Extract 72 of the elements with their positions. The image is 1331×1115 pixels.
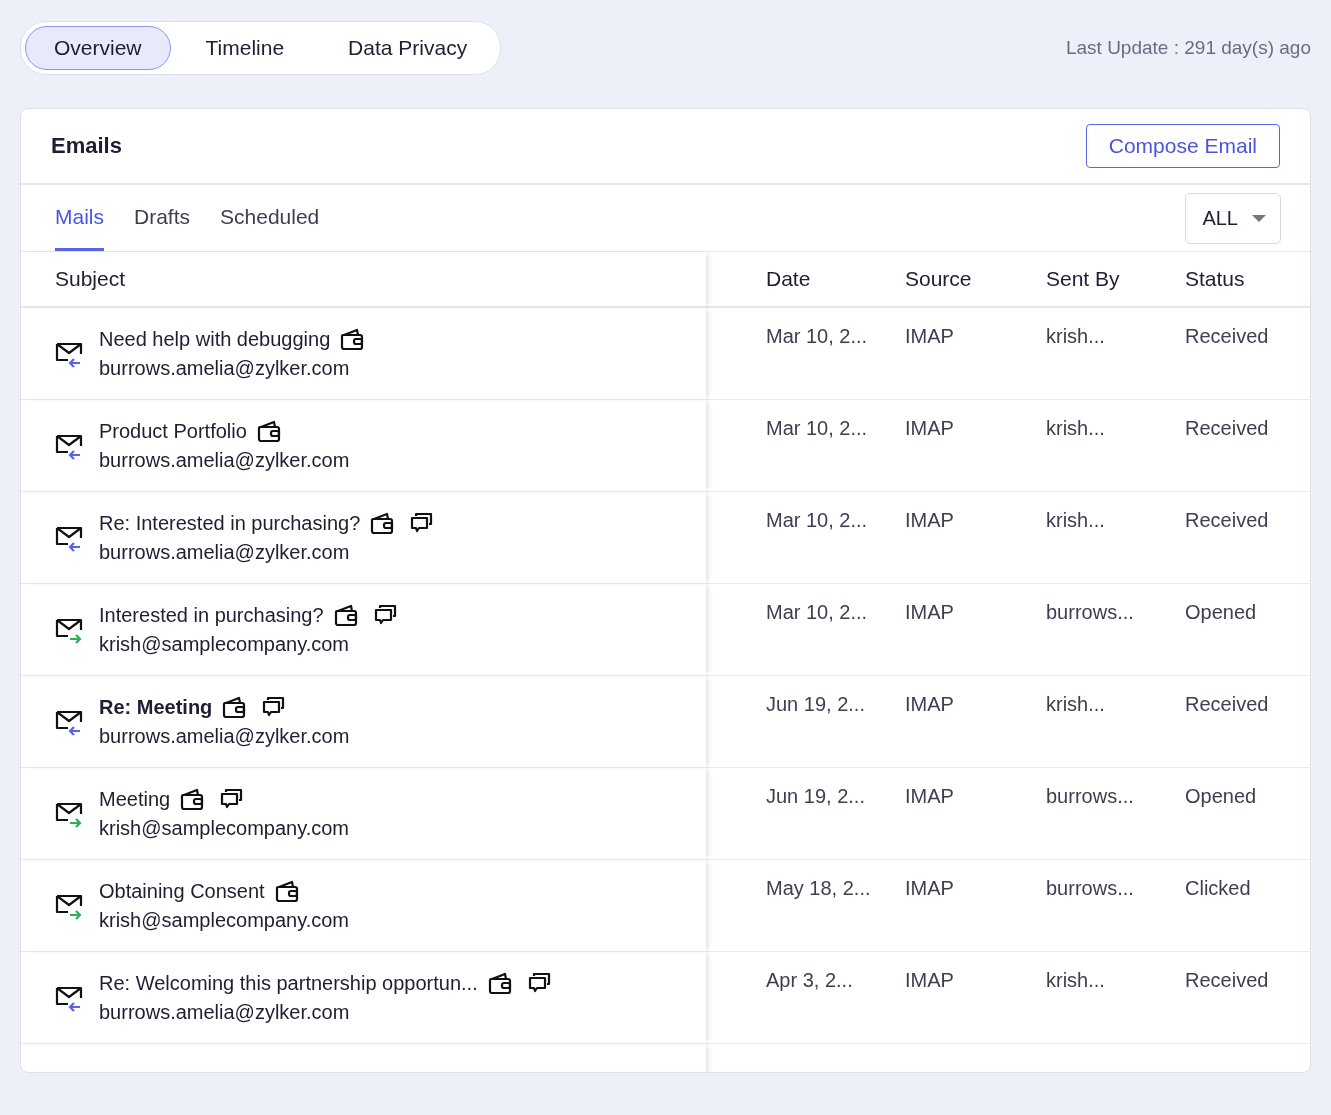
email-address: krish@samplecompany.com: [99, 633, 350, 656]
email-subject[interactable]: Product Portfolio: [99, 419, 247, 443]
table-cell: Received: [1185, 325, 1269, 347]
table-cell: IMAP: [905, 969, 954, 991]
table-cell: May 18, 2...: [766, 877, 871, 899]
wallet-icon: [256, 419, 281, 443]
column-header: Sent By: [1046, 252, 1185, 308]
table-cell: Mar 10, 2...: [766, 509, 868, 531]
email-subject[interactable]: Meeting: [99, 787, 171, 811]
column-header: Subject: [21, 252, 706, 308]
email-address: burrows.amelia@zylker.com: [99, 725, 350, 748]
subtab[interactable]: Drafts: [134, 185, 191, 251]
email-address: burrows.amelia@zylker.com: [99, 449, 350, 472]
table-cell: Mar 10, 2...: [766, 325, 868, 347]
wallet-icon: [274, 879, 299, 903]
table-cell: Jun 19, 2...: [766, 785, 865, 807]
wallet-icon: [370, 511, 395, 535]
email-subject[interactable]: Need help with debugging: [99, 327, 331, 351]
table-cell: IMAP: [905, 601, 954, 623]
email-subject[interactable]: Re: Welcoming this partnership opportun...: [99, 971, 478, 995]
email-address: krish@samplecompany.com: [99, 909, 349, 932]
subtab[interactable]: Mails: [55, 185, 104, 251]
caret-icon: [1252, 214, 1266, 222]
email-address: burrows.amelia@zylker.com: [99, 357, 351, 380]
email-address: burrows.amelia@zylker.com: [99, 541, 351, 564]
table-cell: burrows...: [1046, 601, 1134, 623]
tab[interactable]: Overview: [25, 25, 171, 70]
table-cell: Received: [1185, 417, 1269, 439]
table-cell: Jun 19, 2...: [766, 693, 865, 715]
table-cell: IMAP: [905, 785, 954, 807]
table-cell: burrows...: [1046, 877, 1134, 899]
column-header: Source: [905, 252, 1046, 308]
table-cell: Opened: [1185, 785, 1257, 807]
table-cell: Mar 10, 2...: [766, 601, 868, 623]
last-update-text: Last Update : 291 day(s) ago: [1065, 36, 1311, 59]
table-cell: Apr 3, 2...: [766, 969, 853, 991]
table-cell: Received: [1185, 509, 1269, 531]
table-cell: IMAP: [905, 325, 954, 347]
column-header: Date: [706, 252, 905, 308]
table-cell: krish...: [1046, 509, 1105, 531]
table-cell: Received: [1185, 969, 1269, 991]
tab[interactable]: Data Privacy: [319, 25, 497, 70]
table-cell: Received: [1185, 693, 1269, 715]
wallet-icon: [340, 327, 365, 351]
table-cell: krish...: [1046, 693, 1105, 715]
email-subject[interactable]: Re: Interested in purchasing?: [99, 511, 361, 535]
table-cell: IMAP: [905, 417, 954, 439]
email-subject[interactable]: Obtaining Consent: [99, 879, 265, 903]
table-cell: IMAP: [905, 693, 954, 715]
table-cell: IMAP: [905, 509, 954, 531]
wallet-icon: [487, 971, 512, 995]
table-cell: Opened: [1185, 601, 1257, 623]
subtab[interactable]: Scheduled: [220, 185, 320, 251]
compose-email-button[interactable]: Compose Email: [1085, 124, 1280, 168]
table-cell: krish...: [1046, 969, 1105, 991]
table-cell: krish...: [1046, 417, 1105, 439]
table-cell: Mar 10, 2...: [766, 417, 868, 439]
tab[interactable]: Timeline: [176, 25, 314, 70]
wallet-icon: [180, 787, 205, 811]
email-address: krish@samplecompany.com: [99, 817, 349, 840]
table-cell: Clicked: [1185, 877, 1251, 899]
wallet-icon: [222, 695, 247, 719]
email-subject[interactable]: Interested in purchasing?: [99, 603, 324, 627]
table-cell: burrows...: [1046, 785, 1134, 807]
table-cell: krish...: [1046, 325, 1105, 347]
wallet-icon: [333, 603, 358, 627]
email-address: burrows.amelia@zylker.com: [99, 1001, 351, 1024]
table-cell: IMAP: [905, 877, 954, 899]
card-title: Emails: [51, 133, 122, 159]
email-subject[interactable]: Re: Meeting: [99, 695, 213, 719]
column-header: Status: [1185, 252, 1310, 308]
filter-dropdown[interactable]: ALL: [1185, 192, 1281, 244]
